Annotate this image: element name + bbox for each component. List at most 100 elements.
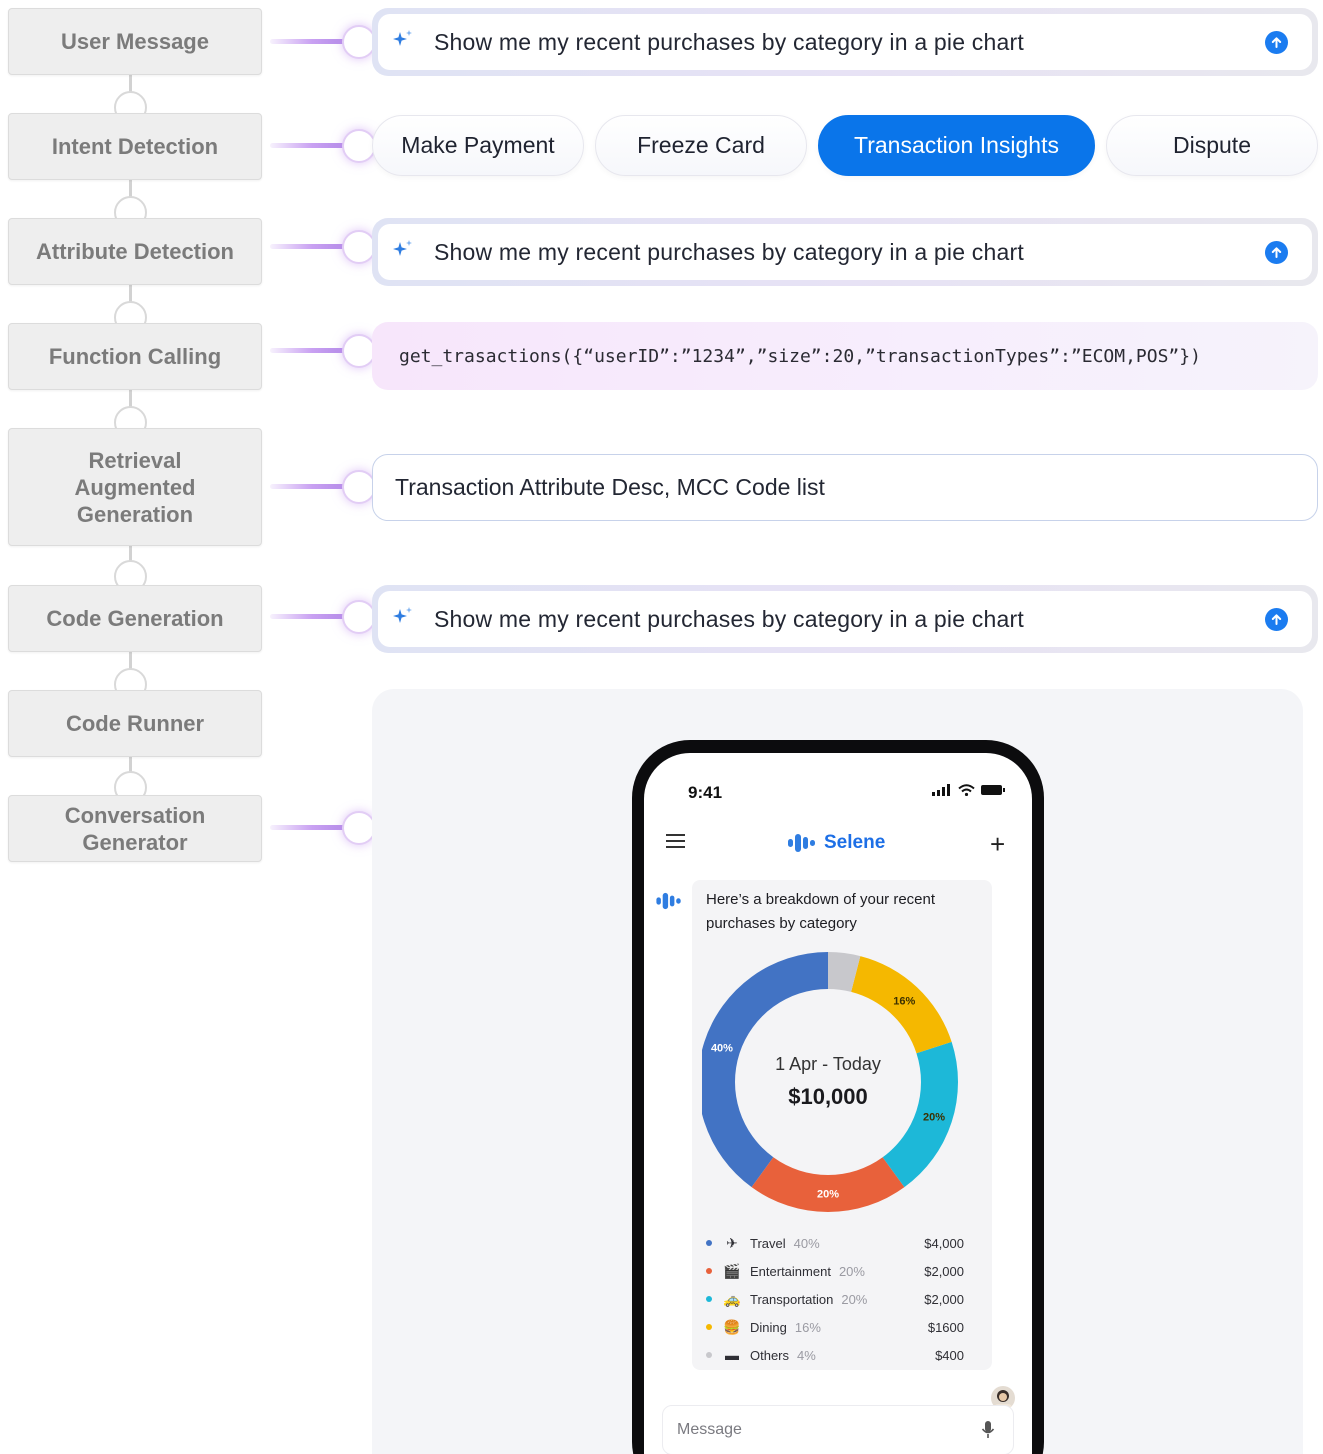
sparkle-icon — [392, 605, 422, 633]
phone-screen: 9:41 Selene + Here’s a breakdown of your… — [644, 753, 1032, 1454]
chart-slice-label: 20% — [817, 1189, 839, 1201]
step-output-node — [342, 811, 376, 845]
chart-slice-label: 20% — [923, 1111, 945, 1123]
chart-total: $10,000 — [788, 1084, 868, 1109]
legend-row: ✈ Travel 40% $4,000 — [706, 1231, 964, 1255]
step-retrieval-augmented-generation: Retrieval Augmented Generation — [8, 428, 262, 546]
legend-amount: $1600 — [927, 1319, 964, 1335]
legend-color-dot — [706, 1352, 712, 1358]
legend-row: 🍔 Dining 16% $1600 — [706, 1315, 964, 1339]
legend-amount: $4,000 — [924, 1235, 964, 1251]
step-label: Generator — [82, 829, 188, 855]
chart-slice-label: 40% — [711, 1043, 733, 1055]
step-output-connector — [270, 348, 346, 353]
arrow-up-icon — [1271, 613, 1282, 625]
step-label: Generation — [76, 501, 194, 527]
step-output-node — [342, 230, 376, 264]
legend-category: Entertainment — [750, 1263, 831, 1279]
legend-percent: 20% — [841, 1291, 868, 1307]
legend-percent: 16% — [794, 1319, 821, 1335]
legend-color-dot — [706, 1296, 712, 1302]
step-label: Intent Detection — [51, 134, 219, 159]
step-output-node — [342, 25, 376, 59]
attribute-detection-prompt[interactable]: Show me my recent purchases by category … — [372, 218, 1318, 286]
wifi-icon — [958, 784, 975, 796]
step-output-connector — [270, 614, 346, 619]
battery-icon — [981, 785, 1005, 795]
chart-center-label: 1 Apr - Today — [775, 1054, 881, 1074]
step-output-connector — [270, 39, 346, 44]
legend-row: ▬ Others 4% $400 — [706, 1343, 964, 1367]
bot-message: Here’s a breakdown of your recent purcha… — [706, 891, 936, 932]
chart-slice-entertainment — [751, 1157, 905, 1212]
status-time: 9:41 — [688, 783, 723, 802]
signal-icon — [932, 784, 950, 796]
burger-icon: 🍔 — [723, 1318, 741, 1335]
prompt-text: Show me my recent purchases by category … — [434, 28, 1024, 55]
card-icon: ▬ — [725, 1347, 739, 1363]
legend-amount: $400 — [935, 1347, 964, 1363]
legend-category: Transportation — [750, 1291, 834, 1307]
step-attribute-detection: Attribute Detection — [8, 218, 262, 285]
step-output-node — [342, 470, 376, 504]
legend-category: Dining — [750, 1319, 787, 1335]
legend-row: 🎬 Entertainment 20% $2,000 — [706, 1259, 964, 1283]
sparkle-icon — [392, 238, 422, 266]
bot-avatar-icon — [656, 892, 681, 910]
legend-color-dot — [706, 1240, 712, 1246]
step-label: Attribute Detection — [36, 239, 234, 264]
message-input[interactable] — [677, 1421, 981, 1439]
intent-transaction-insights[interactable]: Transaction Insights — [818, 115, 1095, 176]
step-label: Conversation — [64, 802, 206, 828]
legend-percent: 20% — [838, 1263, 865, 1279]
intent-freeze-card[interactable]: Freeze Card — [595, 115, 807, 176]
step-output-connector — [270, 825, 346, 830]
step-output-connector — [270, 484, 346, 489]
step-label: Augmented — [74, 474, 196, 500]
selene-logo-icon — [788, 834, 815, 852]
send-button[interactable] — [1265, 240, 1288, 264]
car-icon: 🚕 — [723, 1290, 741, 1307]
step-output-node — [342, 334, 376, 368]
chart-slice-label: 16% — [893, 996, 915, 1008]
prompt-text: Show me my recent purchases by category … — [434, 238, 1024, 265]
step-label: Function Calling — [48, 344, 222, 369]
legend-row: 🚕 Transportation 20% $2,000 — [706, 1287, 964, 1311]
intent-make-payment[interactable]: Make Payment — [372, 115, 584, 176]
step-label: User Message — [61, 29, 209, 54]
code-generation-prompt[interactable]: Show me my recent purchases by category … — [372, 585, 1318, 653]
bot-message-card: Here’s a breakdown of your recent purcha… — [692, 880, 992, 1370]
step-user-message: User Message — [8, 8, 262, 75]
chart-slice-transportation — [882, 1041, 958, 1188]
intent-dispute[interactable]: Dispute — [1106, 115, 1318, 176]
message-composer — [662, 1405, 1014, 1454]
sparkle-icon — [392, 28, 422, 56]
step-output-connector — [270, 143, 346, 148]
legend-category: Others — [750, 1347, 790, 1363]
arrow-up-icon — [1271, 36, 1282, 48]
menu-icon[interactable] — [666, 833, 686, 849]
legend-amount: $2,000 — [924, 1263, 964, 1279]
send-button[interactable] — [1265, 607, 1288, 631]
step-code-generation: Code Generation — [8, 585, 262, 652]
category-donut-chart: 40% 20% 20% 16% 1 Apr - Today $10,000 — [702, 952, 958, 1212]
user-message-prompt[interactable]: Show me my recent purchases by category … — [372, 8, 1318, 76]
legend-category: Travel — [750, 1235, 786, 1251]
step-output-node — [342, 600, 376, 634]
app-brand: Selene — [788, 832, 885, 854]
airplane-icon: ✈ — [726, 1234, 738, 1251]
app-name: Selene — [824, 832, 886, 853]
legend-color-dot — [706, 1268, 712, 1274]
legend-amount: $2,000 — [924, 1291, 964, 1307]
legend-percent: 4% — [797, 1347, 816, 1363]
rag-sources: Transaction Attribute Desc, MCC Code lis… — [372, 454, 1318, 521]
microphone-icon[interactable] — [981, 1420, 995, 1440]
send-button[interactable] — [1265, 30, 1288, 54]
step-label: Retrieval — [88, 447, 182, 473]
status-icons — [932, 784, 1005, 796]
clapperboard-icon: 🎬 — [723, 1262, 741, 1279]
legend-color-dot — [706, 1324, 712, 1330]
new-chat-icon[interactable]: + — [990, 829, 1005, 860]
step-conversation-generator: Conversation Generator — [8, 795, 262, 862]
step-output-node — [342, 129, 376, 163]
